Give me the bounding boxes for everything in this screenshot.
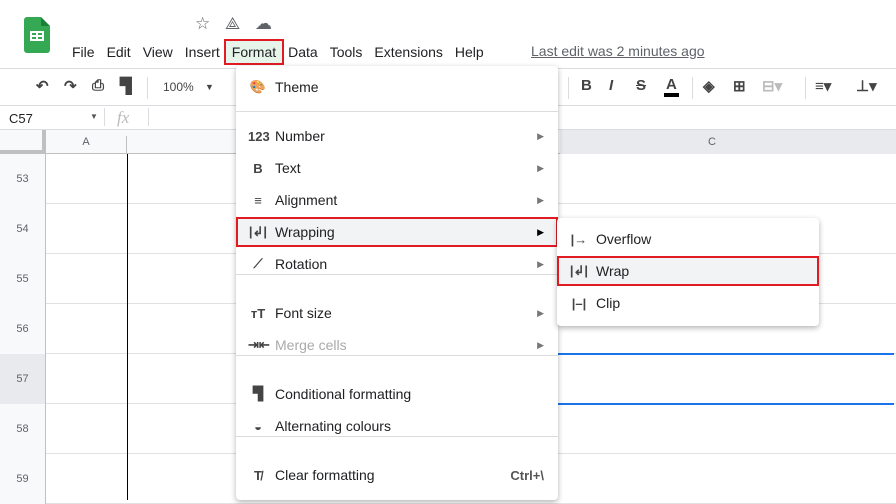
- rotation-icon: ⟋: [253, 256, 263, 271]
- menu-item-label: Number: [275, 128, 325, 144]
- move-to-drive-icon[interactable]: ⟁: [225, 14, 240, 34]
- zoom-select[interactable]: 100%: [163, 80, 194, 94]
- menu-item-text[interactable]: B Text ▶: [236, 153, 558, 183]
- menu-view[interactable]: View: [137, 41, 179, 63]
- paint-roller-icon: ▜: [253, 386, 263, 401]
- row-header[interactable]: 55: [0, 254, 46, 304]
- menu-item-label: Alignment: [275, 192, 338, 208]
- menu-item-label: Wrapping: [275, 224, 335, 240]
- submenu-arrow-icon: ▶: [537, 339, 544, 350]
- submenu-arrow-icon: ▶: [537, 258, 544, 269]
- menu-item-alternating-colours[interactable]: ◒ Alternating colours: [236, 411, 558, 441]
- menu-item-label: Overflow: [596, 231, 652, 247]
- paint-format-icon[interactable]: ▜: [120, 77, 132, 95]
- menu-item-clip[interactable]: |–| Clip: [557, 288, 819, 318]
- cloud-status-icon[interactable]: ☁: [255, 14, 272, 34]
- submenu-arrow-icon: ▶: [537, 307, 544, 318]
- menu-item-label: Rotation: [275, 256, 328, 272]
- print-icon[interactable]: ⎙: [92, 77, 104, 94]
- shortcut: Ctrl+\: [510, 467, 544, 483]
- borders-icon[interactable]: ⊞: [733, 77, 746, 95]
- star-icon[interactable]: ☆: [195, 14, 210, 34]
- palette-icon: 🎨: [249, 79, 267, 94]
- column-c-header[interactable]: C: [560, 136, 864, 148]
- menu-item-label: Theme: [275, 79, 319, 95]
- name-box[interactable]: C57: [9, 111, 33, 126]
- menu-tools[interactable]: Tools: [324, 41, 369, 63]
- last-edit-link[interactable]: Last edit was 2 minutes ago: [531, 43, 705, 59]
- menu-extensions[interactable]: Extensions: [368, 41, 448, 63]
- selected-cell-c57[interactable]: [558, 353, 894, 405]
- row-header[interactable]: 58: [0, 404, 46, 454]
- menu-item-label: Merge cells: [275, 337, 347, 353]
- bold-icon: B: [253, 160, 263, 176]
- menu-edit[interactable]: Edit: [101, 41, 137, 63]
- merge-cells-icon[interactable]: ⊟▾: [762, 77, 782, 95]
- menu-item-label: Text: [275, 160, 301, 176]
- menu-item-font-size[interactable]: тT Font size ▶: [236, 298, 558, 328]
- format-menu: 🎨 Theme 123 Number ▶ B Text ▶ ≡ Alignment ▶ |↲| Wrap…: [236, 66, 558, 500]
- menu-item-wrap[interactable]: |↲| Wrap: [557, 256, 819, 286]
- menu-item-merge-cells[interactable]: ⇥⇤ Merge cells ▶: [236, 330, 558, 360]
- menu-file[interactable]: File: [66, 41, 101, 63]
- horizontal-align-icon[interactable]: ≡▾: [815, 77, 831, 95]
- align-icon: ≡: [254, 192, 262, 208]
- menu-item-label: Clear formatting: [275, 467, 375, 483]
- text-color-button[interactable]: A: [664, 77, 679, 97]
- menu-item-label: Alternating colours: [275, 418, 391, 434]
- menu-item-label: Conditional formatting: [275, 386, 412, 402]
- merge-icon: ⇥⇤: [248, 337, 270, 352]
- menu-insert[interactable]: Insert: [179, 41, 226, 63]
- submenu-arrow-icon: ▶: [537, 130, 544, 141]
- column-a-header[interactable]: A: [46, 136, 127, 154]
- menu-item-label: Clip: [596, 295, 621, 311]
- wrapping-submenu: |→ Overflow |↲| Wrap |–| Clip: [557, 218, 819, 326]
- row-header[interactable]: 56: [0, 304, 46, 354]
- row-header[interactable]: 57: [0, 354, 46, 404]
- submenu-arrow-icon: ▶: [537, 226, 544, 237]
- clear-format-icon: T̸: [254, 467, 262, 483]
- menu-help[interactable]: Help: [449, 41, 490, 63]
- menu-item-alignment[interactable]: ≡ Alignment ▶: [236, 185, 558, 215]
- number-icon: 123: [248, 128, 270, 144]
- row-header[interactable]: 53: [0, 154, 46, 204]
- fx-icon: fx: [117, 108, 130, 127]
- wrap-icon: |↲|: [569, 263, 589, 278]
- italic-button[interactable]: I: [609, 77, 613, 94]
- row-header[interactable]: 59: [0, 454, 46, 504]
- submenu-arrow-icon: ▶: [537, 194, 544, 205]
- menu-item-overflow[interactable]: |→ Overflow: [557, 224, 819, 254]
- menu-item-clear-formatting[interactable]: T̸ Clear formatting Ctrl+\: [236, 460, 558, 490]
- menu-item-rotation[interactable]: ⟋ Rotation ▶: [236, 249, 558, 279]
- menu-format[interactable]: Format: [223, 39, 285, 65]
- font-size-icon: тT: [250, 305, 266, 321]
- fill-color-icon[interactable]: ◈: [703, 77, 715, 95]
- menu-bar: File Edit View Insert Format Data Tools Extensi…: [66, 39, 490, 65]
- overflow-icon: |→: [570, 231, 588, 247]
- sheets-logo[interactable]: [24, 17, 50, 53]
- menu-item-label: Wrap: [596, 263, 630, 279]
- undo-icon[interactable]: ↶: [36, 77, 49, 95]
- menu-item-theme[interactable]: 🎨 Theme: [236, 72, 558, 102]
- vertical-align-icon[interactable]: ⊥▾: [856, 77, 877, 95]
- menu-item-conditional-formatting[interactable]: ▜ Conditional formatting: [236, 379, 558, 409]
- drop-icon: ◒: [254, 418, 262, 434]
- menu-item-number[interactable]: 123 Number ▶: [236, 121, 558, 151]
- menu-item-wrapping[interactable]: |↲| Wrapping ▶: [236, 217, 558, 247]
- menu-item-label: Font size: [275, 305, 332, 321]
- zoom-dropdown-icon[interactable]: ▼: [205, 82, 214, 92]
- menu-data[interactable]: Data: [282, 41, 324, 63]
- wrap-icon: |↲|: [248, 224, 268, 239]
- clip-icon: |–|: [571, 295, 587, 311]
- submenu-arrow-icon: ▶: [537, 162, 544, 173]
- strikethrough-button[interactable]: S: [636, 77, 646, 94]
- bold-button[interactable]: B: [581, 77, 592, 94]
- row-header[interactable]: 54: [0, 204, 46, 254]
- redo-icon[interactable]: ↷: [64, 77, 77, 95]
